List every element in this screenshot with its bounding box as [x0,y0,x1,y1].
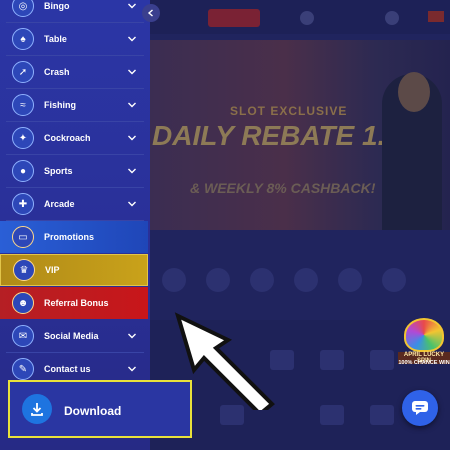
share-icon: ✉ [12,325,34,347]
sidebar-item-label: Bingo [44,1,70,11]
fish-icon: ≈ [12,94,34,116]
game-tile[interactable] [320,350,344,370]
table-icon: ♠ [12,28,34,50]
sidebar-item-label: Arcade [44,199,75,209]
ball-icon: ● [12,160,34,182]
chevron-down-icon[interactable] [127,67,137,77]
chat-button[interactable] [402,390,438,426]
game-tile[interactable] [370,405,394,425]
lucky-spin-badge[interactable]: APRIL LUCKY SPIN 100% CHANCE WIN [398,318,450,368]
register-button[interactable] [208,9,260,27]
promo-banner[interactable]: SLOT EXCLUSIVE DAILY REBATE 1.2% & WEEKL… [150,40,450,230]
chevron-down-icon[interactable] [127,1,137,11]
sidebar-item-label: VIP [45,265,60,275]
chat-icon: ✎ [12,358,34,380]
top-bar [150,0,450,34]
banner-line-3: & WEEKLY 8% CASHBACK! [190,180,376,196]
ticket-icon: ▭ [12,226,34,248]
sidebar-item-arcade[interactable]: ✚ Arcade [0,188,148,220]
sidebar-item-fishing[interactable]: ≈ Fishing [0,89,148,121]
chat-bubble-icon [412,401,428,415]
collapse-drawer-button[interactable] [142,4,160,22]
category-icon[interactable] [250,268,274,292]
language-flag-icon[interactable] [428,11,444,22]
category-icon[interactable] [382,268,406,292]
crown-icon: ♛ [13,259,35,281]
rooster-icon: ✦ [12,127,34,149]
notification-icon[interactable] [385,11,399,25]
category-icon[interactable] [206,268,230,292]
chevron-down-icon[interactable] [127,199,137,209]
chevron-left-icon [147,9,153,17]
sidebar-item-table[interactable]: ♠ Table [0,23,148,55]
lucky-spin-subtitle: 100% CHANCE WIN [398,360,450,366]
wallet-icon[interactable] [300,11,314,25]
sidebar-item-sports[interactable]: ● Sports [0,155,148,187]
game-tile[interactable] [320,405,344,425]
sidebar-item-promotions[interactable]: ▭ Promotions [0,221,148,253]
sidebar-item-label: Contact us [44,364,91,374]
sidebar-item-referral[interactable]: ☻ Referral Bonus [0,287,148,319]
sidebar-item-cockroach[interactable]: ✦ Cockroach [0,122,148,154]
download-button[interactable]: Download [8,380,192,438]
category-row [150,246,450,300]
sidebar-item-label: Promotions [44,232,95,242]
sidebar-item-label: Table [44,34,67,44]
banner-line-1: SLOT EXCLUSIVE [230,104,348,118]
sidebar-item-crash[interactable]: ➚ Crash [0,56,148,88]
gamepad-icon: ✚ [12,193,34,215]
chevron-down-icon[interactable] [127,364,137,374]
chevron-down-icon[interactable] [127,34,137,44]
sidebar-item-vip[interactable]: ♛ VIP [0,254,148,286]
sidebar-item-label: Sports [44,166,73,176]
chevron-down-icon[interactable] [127,133,137,143]
rocket-icon: ➚ [12,61,34,83]
chevron-down-icon[interactable] [127,166,137,176]
sidebar-item-bingo[interactable]: ◎ Bingo [0,0,148,22]
wheel-icon [404,318,444,352]
people-icon: ☻ [12,292,34,314]
sidebar-item-label: Referral Bonus [44,298,109,308]
game-tile[interactable] [370,350,394,370]
category-icon[interactable] [294,268,318,292]
bingo-icon: ◎ [12,0,34,17]
category-icon[interactable] [162,268,186,292]
sidebar-item-label: Fishing [44,100,76,110]
pointer-arrow-icon [174,312,275,410]
chevron-down-icon[interactable] [127,331,137,341]
banner-model-head [398,72,430,112]
sidebar-item-social[interactable]: ✉ Social Media [0,320,148,352]
download-label: Download [64,404,122,418]
sidebar-item-label: Social Media [44,331,99,341]
sidebar-item-label: Cockroach [44,133,91,143]
chevron-down-icon[interactable] [127,100,137,110]
sidebar-item-label: Crash [44,67,70,77]
category-icon[interactable] [338,268,362,292]
download-icon [22,394,52,424]
